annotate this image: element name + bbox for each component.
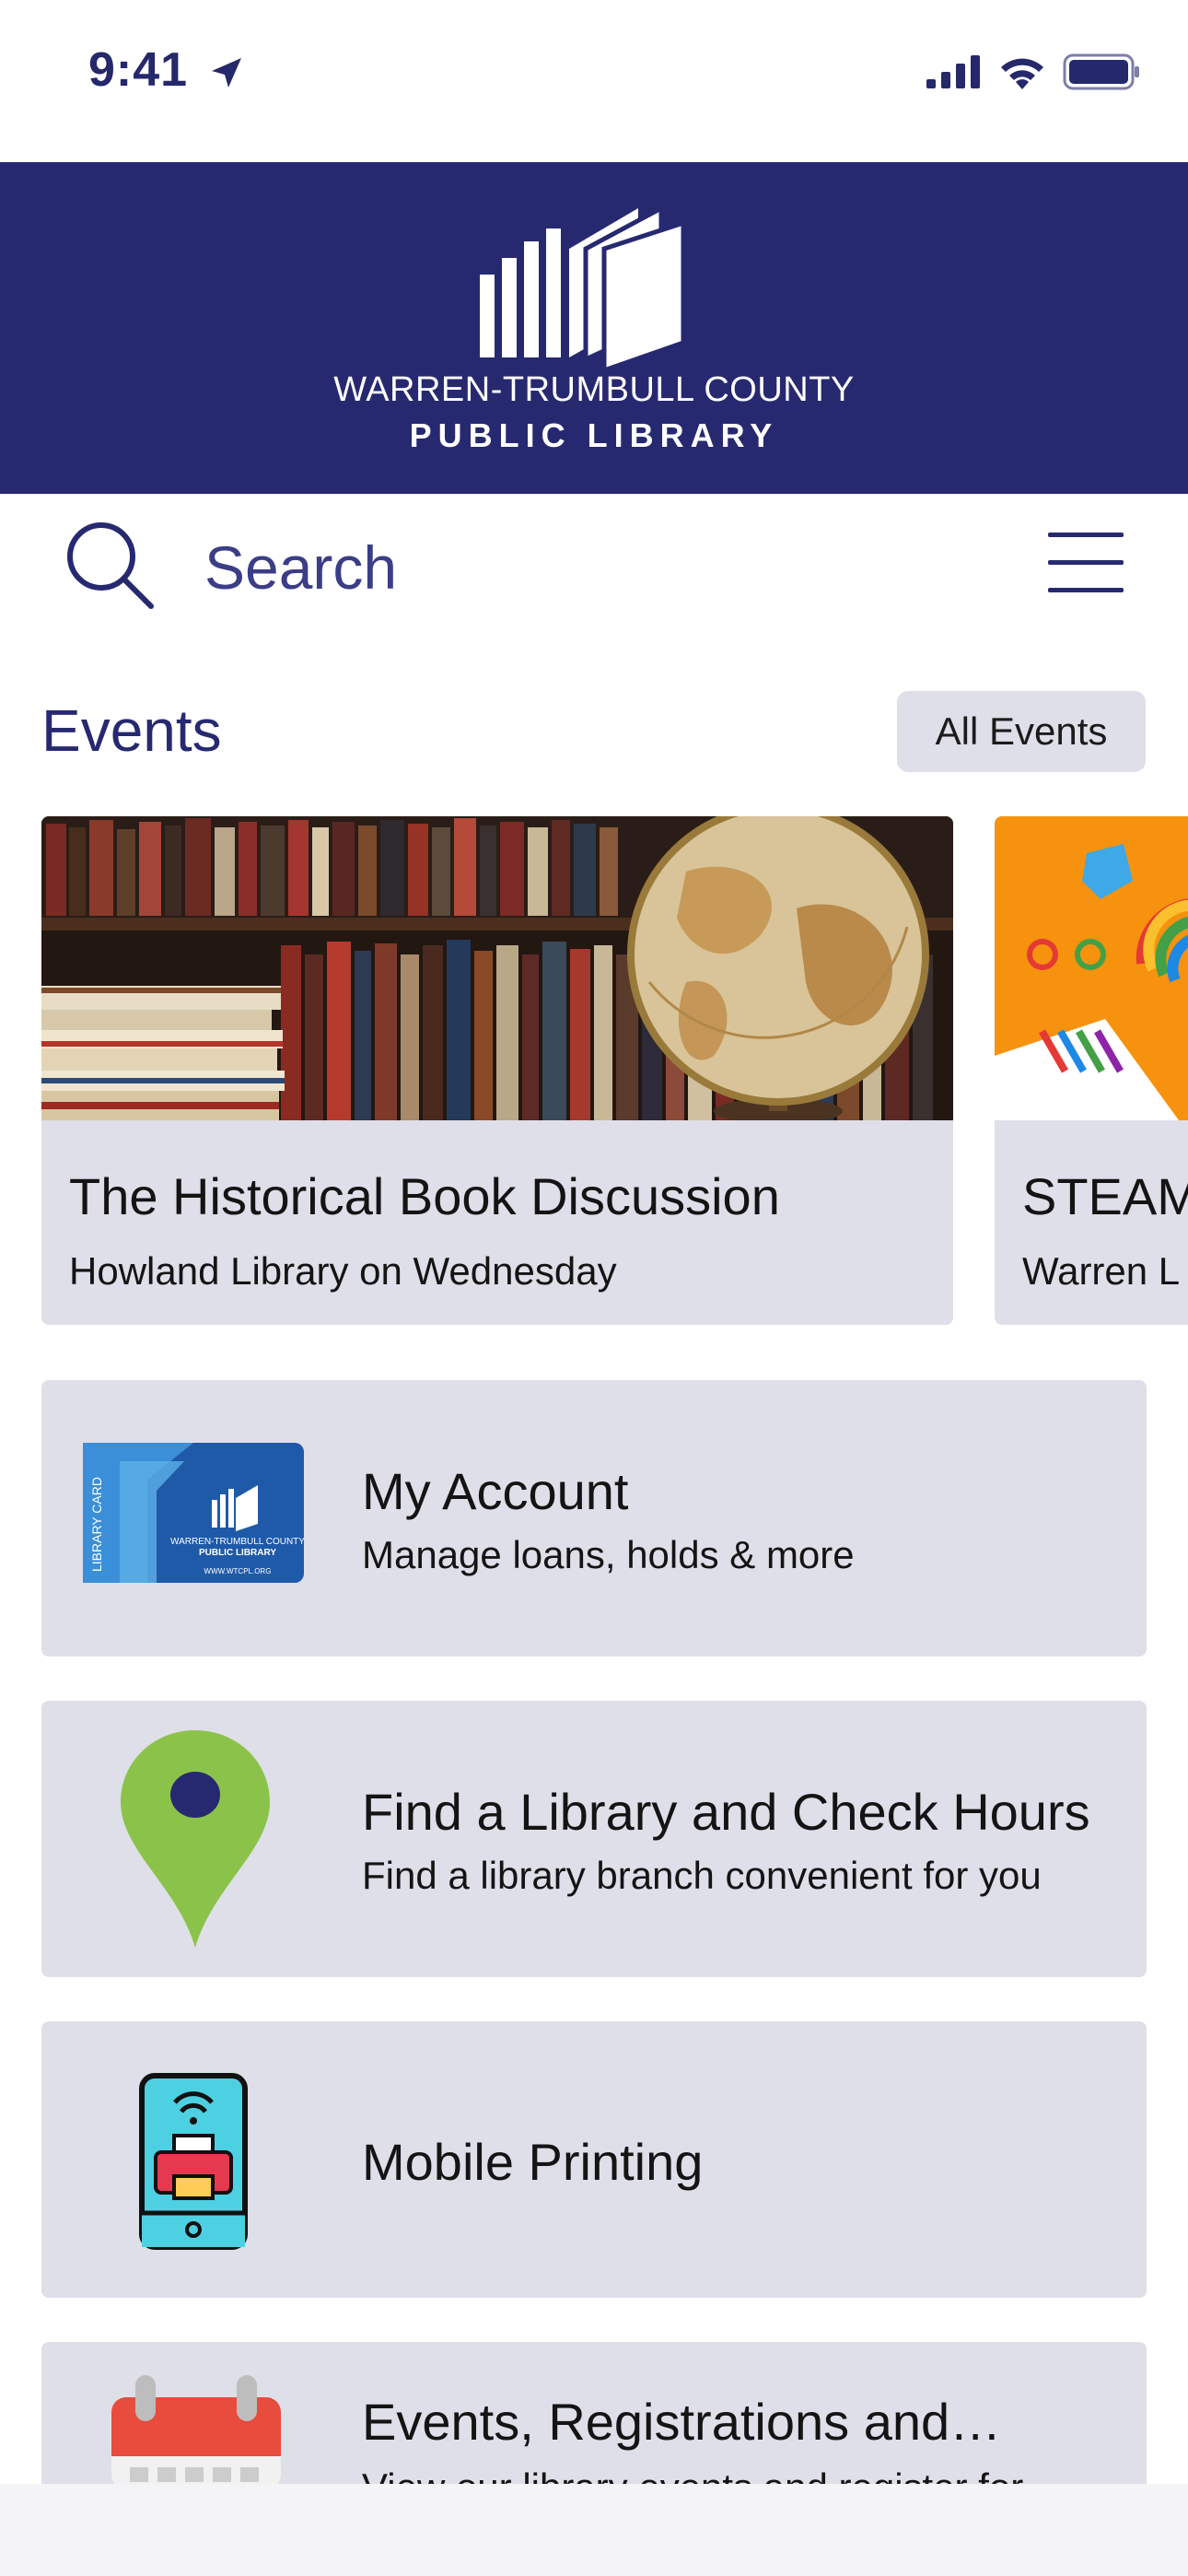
event-title: The Historical Book Discussion <box>69 1167 780 1225</box>
library-card-icon: LIBRARY CARD WARREN-TRUMBULL COUNTY PUBL… <box>83 1443 304 1583</box>
my-account-item[interactable]: LIBRARY CARD WARREN-TRUMBULL COUNTY PUBL… <box>41 1380 1147 1657</box>
logo-text-county: WARREN-TRUMBULL COUNTY <box>333 370 855 409</box>
mobile-printer-icon <box>139 2073 248 2250</box>
event-subtitle: Howland Library on Wednesday <box>69 1249 617 1293</box>
events-registrations-item[interactable]: Events, Registrations and… View our libr… <box>41 2342 1147 2489</box>
list-item-title: Mobile Printing <box>362 2133 704 2191</box>
event-subtitle: Warren L <box>1022 1249 1181 1293</box>
wifi-icon <box>1001 58 1043 89</box>
events-heading: Events <box>41 697 222 764</box>
event-card[interactable]: STEAM Warren L <box>995 816 1188 1325</box>
card-line1: WARREN-TRUMBULL COUNTY <box>170 1537 304 1547</box>
search-input[interactable] <box>204 531 941 604</box>
card-url: WWW.WTCPL.ORG <box>204 1567 272 1575</box>
hamburger-menu-icon[interactable] <box>1048 531 1124 595</box>
search-icon[interactable] <box>64 520 157 612</box>
mobile-printing-item[interactable]: Mobile Printing <box>41 2021 1147 2298</box>
list-item-title: Find a Library and Check Hours <box>362 1783 1090 1841</box>
event-card[interactable]: The Historical Book Discussion Howland L… <box>41 816 953 1325</box>
list-item-title: My Account <box>362 1462 629 1520</box>
list-item-title: Events, Registrations and… <box>362 2393 1002 2451</box>
list-item-subtitle: Manage loans, holds & more <box>362 1533 855 1576</box>
cellular-signal-icon <box>926 55 980 88</box>
event-title: STEAM <box>1022 1167 1188 1225</box>
all-events-button[interactable]: All Events <box>897 691 1146 772</box>
clock-text: 9:41 <box>88 43 189 97</box>
status-icons <box>926 53 1140 90</box>
library-logo-icon <box>480 204 686 370</box>
logo-text-library: PUBLIC LIBRARY <box>409 416 779 454</box>
event-image-books-globe <box>41 816 953 1120</box>
bottom-area <box>0 2484 1188 2576</box>
location-arrow-icon <box>211 58 241 88</box>
map-pin-icon <box>121 1730 270 1948</box>
battery-icon <box>1063 53 1139 90</box>
list-item-subtitle: Find a library branch convenient for you <box>362 1854 1042 1897</box>
header-banner: WARREN-TRUMBULL COUNTY PUBLIC LIBRARY <box>0 162 1188 494</box>
status-bar: 9:41 <box>0 0 1188 162</box>
search-bar <box>0 494 1188 641</box>
find-library-item[interactable]: Find a Library and Check Hours Find a li… <box>41 1701 1147 1977</box>
card-line2: PUBLIC LIBRARY <box>199 1548 276 1558</box>
status-time: 9:41 <box>88 42 245 98</box>
event-image-steam-crafts <box>995 816 1188 1120</box>
calendar-icon <box>111 2375 281 2489</box>
card-side-text: LIBRARY CARD <box>89 1477 104 1572</box>
